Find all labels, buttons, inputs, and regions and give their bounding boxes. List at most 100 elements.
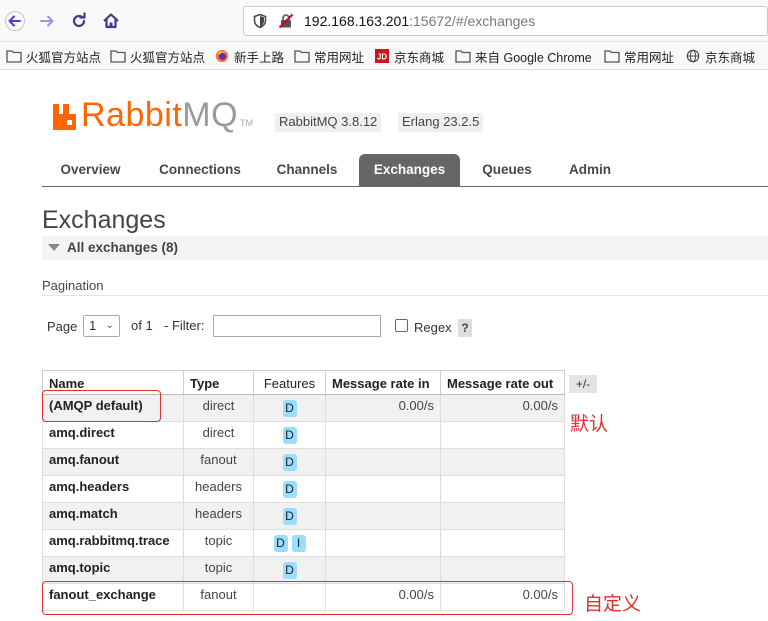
bookmark-label: 常用网址 — [314, 50, 365, 65]
bookmark-label: 京东商城 — [705, 50, 756, 65]
exchange-features: D — [253, 421, 326, 449]
erlang-version: Erlang 23.2.5 — [398, 113, 484, 132]
feature-badge: D — [282, 427, 297, 444]
browser-navbar: 192.168.163.201:15672/#/exchanges — [0, 0, 768, 42]
table-row: amq.match headers D — [42, 502, 565, 530]
rate-in — [325, 421, 441, 449]
rate-out — [440, 556, 565, 584]
home-icon — [103, 13, 119, 29]
exchange-features: D — [253, 502, 326, 530]
page-count: of 1 — [131, 318, 153, 333]
tab-overview[interactable]: Overview — [42, 154, 139, 186]
exchange-type: topic — [183, 556, 254, 584]
url-host: 192.168.163.201 — [304, 13, 410, 29]
table-row: amq.headers headers D — [42, 475, 565, 503]
jd-logo-icon: JD — [375, 49, 389, 63]
rate-in: 0.00/s — [325, 394, 441, 422]
tab-connections[interactable]: Connections — [148, 154, 252, 186]
all-exchanges-section-toggle[interactable]: All exchanges (8) — [42, 236, 768, 260]
logo-trademark: TM — [240, 117, 254, 128]
exchange-features: D — [253, 475, 326, 503]
table-row: amq.rabbitmq.trace topic D I — [42, 529, 565, 557]
rate-in — [325, 475, 441, 503]
tab-queues[interactable]: Queues — [469, 154, 545, 186]
column-header-rate-out[interactable]: Message rate out — [440, 370, 565, 395]
tab-channels[interactable]: Channels — [264, 154, 350, 186]
exchange-name-link[interactable]: amq.direct — [42, 421, 184, 449]
rate-out — [440, 475, 565, 503]
bookmark-item[interactable]: 来自 Google Chrome — [455, 47, 592, 65]
exchange-type: topic — [183, 529, 254, 557]
exchange-type: direct — [183, 394, 254, 422]
bookmark-item[interactable]: JD 京东商城 — [374, 47, 444, 65]
feature-badge: D — [282, 481, 297, 498]
exchange-name-link[interactable]: amq.headers — [42, 475, 184, 503]
url-text[interactable]: 192.168.163.201:15672/#/exchanges — [304, 13, 535, 29]
exchange-type: fanout — [183, 448, 254, 476]
table-row: amq.direct direct D — [42, 421, 565, 449]
firefox-icon — [215, 49, 229, 63]
rabbitmq-version: RabbitMQ 3.8.12 — [275, 113, 382, 132]
bookmark-item[interactable]: 新手上路 — [214, 47, 284, 65]
tab-admin[interactable]: Admin — [556, 154, 624, 186]
exchange-features: D — [253, 448, 326, 476]
bookmark-item[interactable]: 常用网址 — [604, 47, 674, 65]
rabbitmq-logo-icon — [53, 103, 76, 130]
rate-in — [325, 529, 441, 557]
shield-icon — [253, 13, 267, 29]
exchange-name-link[interactable]: amq.match — [42, 502, 184, 530]
exchange-features: D — [253, 394, 326, 422]
filter-input[interactable] — [213, 315, 381, 337]
feature-badge: D — [273, 535, 288, 552]
bookmark-item[interactable]: 火狐官方站点 — [6, 47, 101, 65]
exchange-name-link[interactable]: amq.topic — [42, 556, 184, 584]
page-select-value: 1 — [89, 318, 97, 333]
table-row: amq.topic topic D — [42, 556, 565, 584]
page-select[interactable]: 1 ⌄ — [83, 315, 120, 337]
bookmark-item[interactable]: 火狐官方站点 — [110, 47, 205, 65]
tab-exchanges[interactable]: Exchanges — [359, 154, 460, 186]
bookmark-label: 常用网址 — [624, 50, 675, 65]
folder-icon — [294, 50, 310, 63]
annotation-custom: 自定义 — [584, 594, 642, 615]
exchange-features: DI — [253, 529, 326, 557]
annotation-default: 默认 — [570, 414, 609, 435]
back-button[interactable] — [2, 8, 28, 34]
feature-badge: D — [282, 454, 297, 471]
regex-checkbox[interactable] — [395, 319, 408, 332]
url-path: :15672/#/exchanges — [409, 13, 536, 29]
bookmark-item[interactable]: 京东商城 — [685, 47, 755, 65]
bookmark-label: 火狐官方站点 — [26, 50, 102, 65]
rate-out — [440, 448, 565, 476]
bookmarks-toolbar: 火狐官方站点 火狐官方站点 新手上路 常用网址 JD 京东商城 来自 Googl… — [0, 42, 768, 70]
globe-icon — [686, 49, 700, 63]
exchange-name-link[interactable]: amq.fanout — [42, 448, 184, 476]
bookmark-item[interactable]: 常用网址 — [294, 47, 364, 65]
forward-button[interactable] — [34, 8, 60, 34]
feature-badge: D — [282, 562, 297, 579]
regex-help-button[interactable]: ? — [458, 319, 472, 337]
exchange-name-link[interactable]: amq.rabbitmq.trace — [42, 529, 184, 557]
rate-in — [325, 556, 441, 584]
column-toggle-button[interactable]: +/- — [569, 375, 597, 393]
main-tabs: Overview Connections Channels Exchanges … — [42, 154, 768, 187]
highlight-custom-exchange — [42, 581, 573, 615]
svg-text:JD: JD — [377, 53, 387, 62]
folder-icon — [455, 50, 471, 63]
rate-in — [325, 448, 441, 476]
bookmark-label: 来自 Google Chrome — [475, 50, 592, 65]
bookmark-label: 京东商城 — [394, 50, 445, 65]
address-bar[interactable]: 192.168.163.201:15672/#/exchanges — [243, 6, 768, 36]
filter-label: - Filter: — [164, 318, 205, 333]
reload-button[interactable] — [66, 8, 92, 34]
home-button[interactable] — [98, 8, 124, 34]
rate-in — [325, 502, 441, 530]
pagination-label: Pagination — [42, 278, 104, 293]
feature-badge: D — [282, 508, 297, 525]
column-header-type[interactable]: Type — [183, 370, 254, 395]
folder-icon — [604, 50, 620, 63]
column-header-rate-in[interactable]: Message rate in — [325, 370, 441, 395]
exchange-features: D — [253, 556, 326, 584]
rabbitmq-logo[interactable]: RabbitMQ TM — [52, 96, 253, 135]
feature-badge: I — [291, 535, 306, 552]
